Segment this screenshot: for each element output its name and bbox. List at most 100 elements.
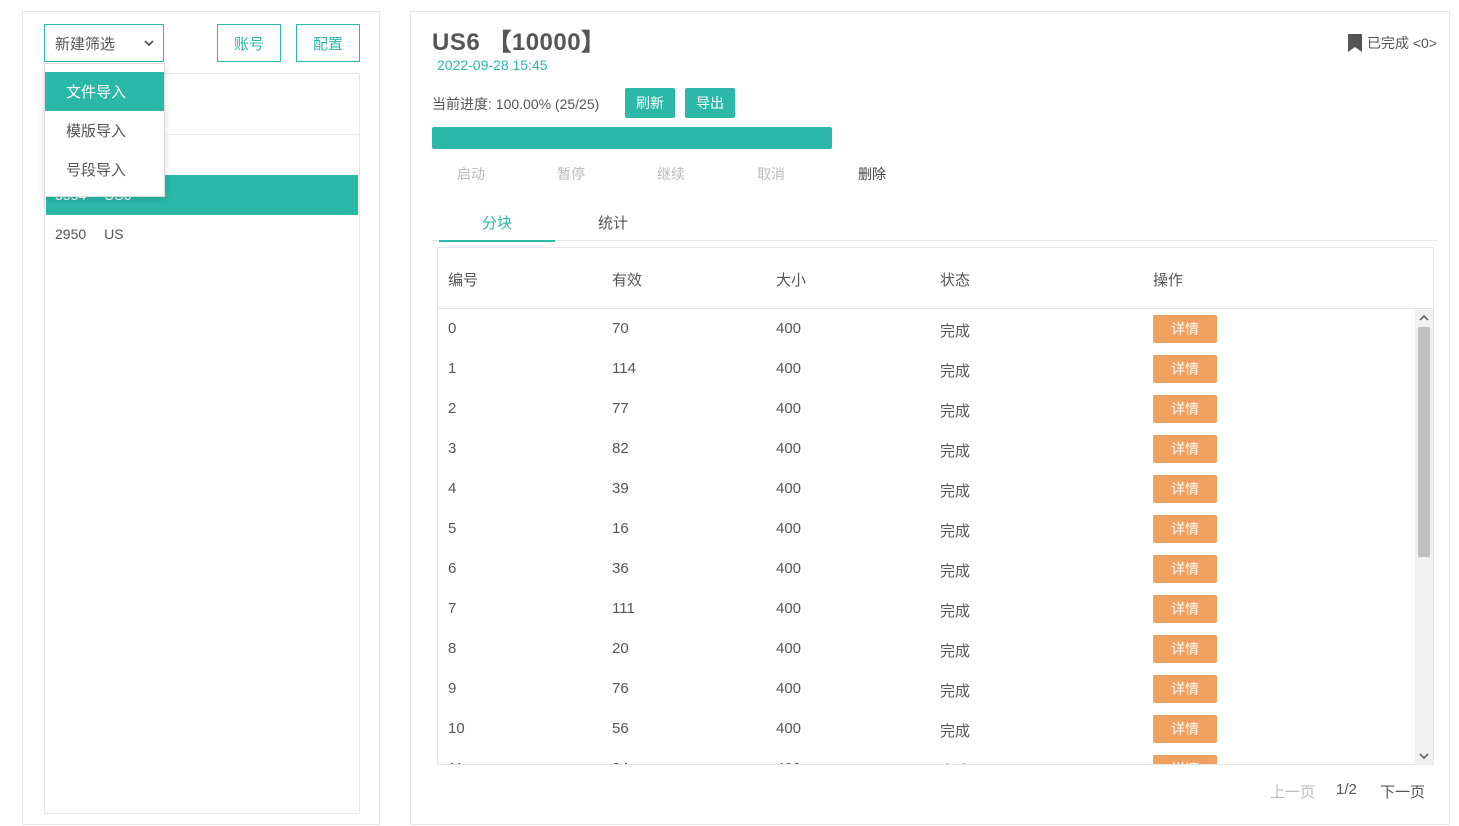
detail-button[interactable]: 详情 (1153, 395, 1217, 423)
progress-bar-fill (432, 127, 832, 149)
cell-valid: 76 (612, 680, 629, 697)
list-item[interactable]: 2950 US (46, 214, 358, 254)
new-filter-select-label: 新建筛选 (55, 35, 116, 53)
list-item-name: US (104, 226, 124, 242)
cell-status: 完成 (940, 363, 971, 380)
cell-valid: 36 (612, 560, 629, 577)
done-badge[interactable]: 已完成 <0> (1347, 33, 1437, 53)
cell-valid: 84 (612, 760, 629, 764)
account-button[interactable]: 账号 (217, 24, 281, 62)
table-row: 11 84 400 完成 详情 (438, 750, 1415, 764)
table-row: 3 82 400 完成 详情 (438, 430, 1415, 470)
bookmark-icon (1347, 34, 1362, 52)
table-row: 5 16 400 完成 详情 (438, 510, 1415, 550)
table-scrollbar[interactable] (1415, 310, 1433, 764)
cell-status: 完成 (940, 403, 971, 420)
resume-action[interactable]: 继续 (657, 164, 685, 184)
cell-size: 400 (776, 440, 802, 457)
detail-button[interactable]: 详情 (1153, 355, 1217, 383)
table-row: 10 56 400 完成 详情 (438, 710, 1415, 750)
cell-size: 400 (776, 680, 802, 697)
cell-status: 完成 (940, 323, 971, 340)
cell-size: 400 (776, 400, 802, 417)
cell-valid: 39 (612, 480, 629, 497)
cell-status: 完成 (940, 723, 971, 740)
detail-button[interactable]: 详情 (1153, 515, 1217, 543)
progress-bar (432, 127, 832, 149)
cell-id: 1 (448, 360, 457, 377)
table-row: 0 70 400 完成 详情 (438, 310, 1415, 350)
tab-statistics[interactable]: 统计 (555, 212, 671, 242)
cell-id: 8 (448, 640, 457, 657)
cell-id: 4 (448, 480, 457, 497)
config-button[interactable]: 配置 (296, 24, 360, 62)
task-title: US6 【10000】 (432, 29, 606, 56)
cell-valid: 111 (612, 600, 635, 617)
table-row: 8 20 400 完成 详情 (438, 630, 1415, 670)
next-page-link[interactable]: 下一页 (1380, 781, 1425, 802)
scroll-up-arrow-icon[interactable] (1415, 310, 1433, 326)
cell-valid: 20 (612, 640, 629, 657)
cell-id: 5 (448, 520, 457, 537)
cell-valid: 114 (612, 360, 636, 377)
cell-status: 完成 (940, 523, 971, 540)
cell-id: 0 (448, 320, 457, 337)
cell-valid: 16 (612, 520, 629, 537)
detail-button[interactable]: 详情 (1153, 715, 1217, 743)
detail-button[interactable]: 详情 (1153, 635, 1217, 663)
cell-status: 完成 (940, 683, 971, 700)
menu-item-range-import[interactable]: 号段导入 (45, 150, 164, 189)
cell-status: 完成 (940, 603, 971, 620)
cell-status: 完成 (940, 643, 971, 660)
prev-page-link[interactable]: 上一页 (1270, 781, 1315, 802)
delete-action[interactable]: 删除 (858, 164, 886, 184)
cell-status: 完成 (940, 563, 971, 580)
detail-button[interactable]: 详情 (1153, 555, 1217, 583)
detail-button[interactable]: 详情 (1153, 315, 1217, 343)
right-panel: US6 【10000】 2022-09-28 15:45 已完成 <0> 当前进… (410, 11, 1450, 825)
cell-id: 11 (448, 760, 464, 764)
cell-status: 完成 (940, 760, 970, 764)
header-valid: 有效 (612, 272, 643, 289)
tab-blocks[interactable]: 分块 (439, 212, 555, 242)
blocks-table: 编号 有效 大小 状态 操作 0 70 400 完成 详情 1 114 400 完成 详情 2 77 4… (437, 247, 1434, 765)
progress-label: 当前进度: 100.00% (25/25) (432, 96, 600, 112)
detail-button[interactable]: 详情 (1153, 475, 1217, 503)
new-filter-select[interactable]: 新建筛选 (44, 24, 164, 62)
task-datetime: 2022-09-28 15:45 (437, 57, 548, 73)
scrollbar-thumb[interactable] (1418, 327, 1430, 557)
table-row: 9 76 400 完成 详情 (438, 670, 1415, 710)
scroll-down-arrow-icon[interactable] (1415, 748, 1433, 764)
table-body: 0 70 400 完成 详情 1 114 400 完成 详情 2 77 400 完成 详情 3 82 400 完成详… (438, 310, 1415, 764)
cell-status: 完成 (940, 443, 971, 460)
cell-size: 400 (776, 480, 802, 497)
table-row: 6 36 400 完成 详情 (438, 550, 1415, 590)
list-item-id: 2950 (55, 226, 87, 242)
table-header: 编号 有效 大小 状态 操作 (438, 248, 1433, 309)
import-dropdown-menu: 文件导入 模版导入 号段导入 (44, 63, 165, 197)
start-action[interactable]: 启动 (457, 164, 485, 184)
detail-button[interactable]: 详情 (1153, 675, 1217, 703)
table-row: 2 77 400 完成 详情 (438, 390, 1415, 430)
export-button[interactable]: 导出 (685, 88, 735, 118)
detail-button[interactable]: 详情 (1153, 595, 1217, 623)
cancel-action[interactable]: 取消 (757, 164, 785, 184)
cell-size: 400 (776, 600, 802, 617)
menu-item-file-import[interactable]: 文件导入 (45, 72, 164, 111)
cell-size: 400 (776, 560, 802, 577)
refresh-button[interactable]: 刷新 (625, 88, 675, 118)
header-status: 状态 (940, 272, 971, 289)
menu-item-template-import[interactable]: 模版导入 (45, 111, 164, 150)
cell-id: 3 (448, 440, 457, 457)
detail-button[interactable]: 详情 (1153, 435, 1217, 463)
cell-valid: 56 (612, 720, 629, 737)
cell-valid: 77 (612, 400, 629, 417)
pause-action[interactable]: 暂停 (557, 164, 585, 184)
detail-button[interactable]: 详情 (1153, 755, 1217, 764)
cell-id: 9 (448, 680, 457, 697)
cell-size: 400 (776, 760, 801, 764)
chevron-down-icon (144, 40, 154, 47)
cell-status: 完成 (940, 483, 971, 500)
table-row: 1 114 400 完成 详情 (438, 350, 1415, 390)
header-action: 操作 (1153, 272, 1184, 289)
